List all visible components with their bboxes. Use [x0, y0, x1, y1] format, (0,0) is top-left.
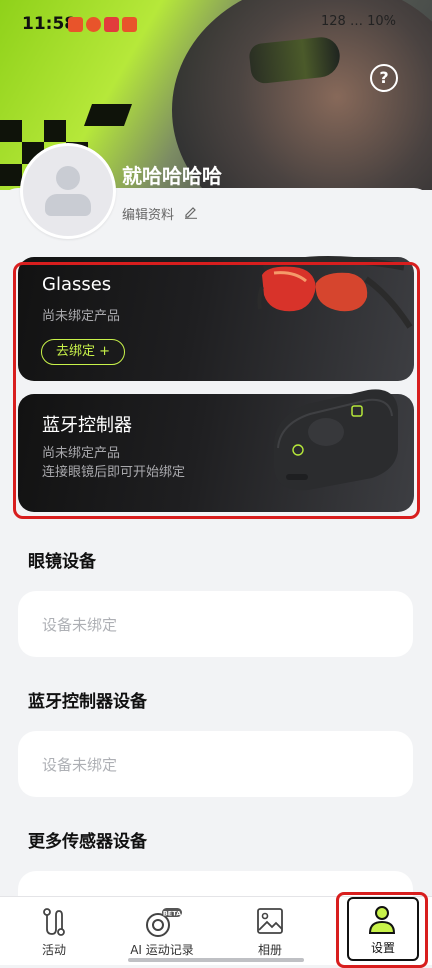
status-indicators: 128 … 10% [321, 14, 396, 29]
avatar[interactable] [20, 143, 116, 239]
device-placeholder: 设备未绑定 [42, 756, 118, 774]
notification-icon [122, 17, 137, 32]
avatar-placeholder-icon [56, 166, 80, 190]
tab-label: AI 运动记录 [130, 943, 194, 957]
gallery-icon [257, 908, 283, 934]
glasses-device-row[interactable]: 设备未绑定 [18, 591, 413, 657]
card-subtitle: 尚未绑定产品 [42, 309, 121, 324]
pencil-icon[interactable] [184, 205, 198, 219]
tab-activity[interactable]: 活动 [0, 897, 108, 965]
tab-gallery[interactable]: 相册 [216, 897, 324, 965]
controller-product-image [274, 389, 398, 491]
beta-badge: BETA [163, 909, 181, 917]
section-title-sensors: 更多传感器设备 [28, 832, 147, 852]
help-button[interactable]: ? [370, 64, 398, 92]
tab-label: 相册 [257, 943, 282, 957]
tab-label: 活动 [41, 943, 66, 957]
section-title-glasses: 眼镜设备 [28, 552, 96, 572]
glasses-product-image [257, 256, 413, 329]
controller-device-row[interactable]: 设备未绑定 [18, 731, 413, 797]
card-title: Glasses [42, 274, 112, 295]
banner-pattern [0, 164, 22, 186]
banner-pattern [0, 120, 22, 142]
notification-icon [68, 17, 83, 32]
section-title-controller: 蓝牙控制器设备 [28, 692, 147, 712]
ai-record-icon: BETA [146, 908, 182, 937]
card-title: 蓝牙控制器 [42, 415, 132, 436]
notification-icon [86, 17, 101, 32]
edit-profile-link[interactable]: 编辑资料 [122, 204, 174, 223]
tab-label: 设置 [370, 941, 395, 955]
home-indicator [128, 958, 304, 962]
banner-pattern [44, 120, 66, 142]
user-settings-icon [368, 906, 396, 934]
avatar-placeholder-icon [45, 194, 91, 216]
device-placeholder: 设备未绑定 [42, 616, 118, 634]
notification-icon [104, 17, 119, 32]
tab-ai-record[interactable]: BETA AI 运动记录 [108, 897, 216, 965]
controller-card[interactable]: 蓝牙控制器 尚未绑定产品 连接眼镜后即可开始绑定 [18, 389, 414, 512]
status-bar: 11:58 128 … 10% [0, 0, 432, 48]
activity-icon [43, 908, 65, 936]
tab-settings[interactable]: 设置 [347, 897, 419, 961]
username: 就哈哈哈哈 [122, 164, 222, 188]
glasses-card[interactable]: Glasses 尚未绑定产品 去绑定 + [18, 256, 414, 381]
card-subtitle: 尚未绑定产品 [42, 446, 121, 461]
card-note: 连接眼镜后即可开始绑定 [42, 465, 186, 480]
bind-glasses-button[interactable]: 去绑定 + [41, 339, 125, 365]
banner-pattern [83, 104, 133, 126]
